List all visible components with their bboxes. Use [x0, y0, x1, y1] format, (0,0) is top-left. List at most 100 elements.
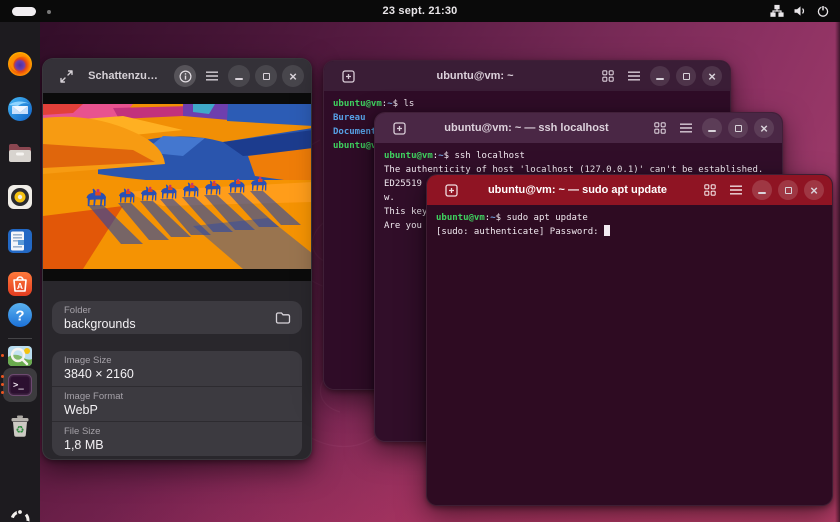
close-button[interactable]: × [804, 180, 824, 200]
maximize-button[interactable] [728, 118, 748, 138]
dock-item-app-center[interactable]: A [4, 268, 36, 300]
info-button[interactable] [174, 65, 196, 87]
file-size-label: File Size [64, 426, 290, 437]
minimize-icon [708, 130, 716, 132]
tab-overview-button[interactable] [650, 118, 670, 138]
camel-caravan-artwork [43, 93, 312, 281]
network-icon [770, 4, 784, 18]
fullscreen-icon [60, 70, 73, 83]
new-tab-icon [342, 70, 355, 83]
minimize-button[interactable] [752, 180, 772, 200]
menu-button[interactable] [624, 66, 644, 86]
terminal2-headerbar[interactable]: ubuntu@vm: ~ — ssh localhost × [375, 113, 782, 143]
fullscreen-button[interactable] [55, 65, 77, 87]
app-center-icon: A [6, 270, 34, 298]
sudo-password-line: [sudo: authenticate] Password: [436, 225, 823, 239]
terminal-cursor [604, 225, 610, 236]
libreoffice-writer-icon [6, 227, 34, 255]
folder-value: backgrounds [64, 317, 256, 331]
close-icon: × [810, 184, 818, 197]
open-folder-button[interactable] [268, 303, 298, 333]
close-button[interactable]: × [754, 118, 774, 138]
tab-overview-button[interactable] [700, 180, 720, 200]
maximize-icon [683, 73, 690, 80]
close-button[interactable]: × [282, 65, 304, 87]
rhythmbox-icon [6, 183, 34, 211]
folder-icon [275, 311, 291, 325]
new-tab-button[interactable] [389, 118, 409, 138]
app-center-letter: A [17, 281, 23, 291]
firefox-icon [6, 50, 34, 78]
clock-menu[interactable]: 23 sept. 21:30 [0, 5, 840, 17]
dock-item-thunderbird[interactable] [4, 93, 36, 125]
terminal2-title: ubuntu@vm: ~ — ssh localhost [409, 122, 644, 134]
image-viewer-headerbar[interactable]: Schattenzu… × [43, 59, 311, 93]
dock-item-files[interactable] [4, 137, 36, 169]
menu-button[interactable] [201, 65, 223, 87]
grid-icon [602, 70, 614, 82]
dock-item-firefox[interactable] [4, 48, 36, 80]
hamburger-icon [680, 123, 692, 133]
dock-item-terminal[interactable]: >_ [4, 369, 36, 401]
image-viewer-title: Schattenzu… [77, 70, 169, 82]
terminal3-headerbar[interactable]: ubuntu@vm: ~ — sudo apt update × [427, 175, 832, 205]
file-size-value: 1,8 MB [64, 438, 290, 452]
volume-icon [793, 4, 807, 18]
recycle-glyph: ♻ [16, 425, 25, 436]
new-tab-icon [445, 184, 458, 197]
thunderbird-icon [6, 95, 34, 123]
system-tray[interactable] [770, 0, 830, 22]
dock-separator [8, 338, 32, 339]
terminal1-headerbar[interactable]: ubuntu@vm: ~ × [324, 61, 730, 91]
dock-item-libreoffice-writer[interactable] [4, 225, 36, 257]
show-apps-button[interactable] [4, 504, 36, 522]
minimize-button[interactable] [702, 118, 722, 138]
image-canvas[interactable] [43, 93, 311, 281]
desktop: 23 sept. 21:30 [0, 0, 840, 522]
image-viewer-icon [6, 342, 34, 370]
image-details-card: Image Size 3840 × 2160 Image Format WebP… [52, 351, 302, 456]
image-viewer-window: Schattenzu… × [42, 58, 312, 460]
prompt-line: ubuntu@vm:~$ ssh localhost [384, 149, 773, 163]
maximize-icon [785, 187, 792, 194]
prompt-line: ubuntu@vm:~$ ls [333, 97, 721, 111]
maximize-button[interactable] [778, 180, 798, 200]
image-properties-panel: Folder backgrounds Image Size 3840 × 216… [43, 281, 311, 456]
maximize-icon [735, 125, 742, 132]
info-icon [179, 70, 192, 83]
trash-icon: ♻ [6, 412, 34, 440]
minimize-button[interactable] [650, 66, 670, 86]
maximize-button[interactable] [255, 65, 277, 87]
new-tab-button[interactable] [338, 66, 358, 86]
dock-item-help[interactable]: ? [4, 299, 36, 331]
new-tab-button[interactable] [441, 180, 461, 200]
menu-button[interactable] [676, 118, 696, 138]
ubuntu-logo-icon [7, 507, 33, 522]
grid-icon [704, 184, 716, 196]
maximize-button[interactable] [676, 66, 696, 86]
help-icon: ? [6, 301, 34, 329]
terminal1-title: ubuntu@vm: ~ [358, 70, 592, 82]
terminal-prompt-glyph: >_ [13, 381, 24, 391]
menu-button[interactable] [726, 180, 746, 200]
terminal3-content[interactable]: ubuntu@vm:~$ sudo apt update [sudo: auth… [427, 205, 832, 505]
top-bar: 23 sept. 21:30 [0, 0, 840, 22]
hamburger-icon [628, 71, 640, 81]
hamburger-icon [730, 185, 742, 195]
dock-item-trash[interactable]: ♻ [4, 410, 36, 442]
tab-overview-button[interactable] [598, 66, 618, 86]
files-folder-icon [6, 139, 34, 167]
close-button[interactable]: × [702, 66, 722, 86]
close-icon: × [708, 70, 716, 83]
terminal-icon: >_ [6, 371, 34, 399]
new-tab-icon [393, 122, 406, 135]
terminal-window-3: ubuntu@vm: ~ — sudo apt update × ubuntu@… [426, 174, 833, 506]
minimize-icon [656, 78, 664, 80]
minimize-button[interactable] [228, 65, 250, 87]
minimize-icon [758, 192, 766, 194]
maximize-icon [263, 73, 270, 80]
image-format-row: Image Format WebP [52, 386, 302, 421]
dock-item-rhythmbox[interactable] [4, 181, 36, 213]
minimize-icon [235, 78, 243, 80]
close-icon: × [289, 70, 297, 83]
